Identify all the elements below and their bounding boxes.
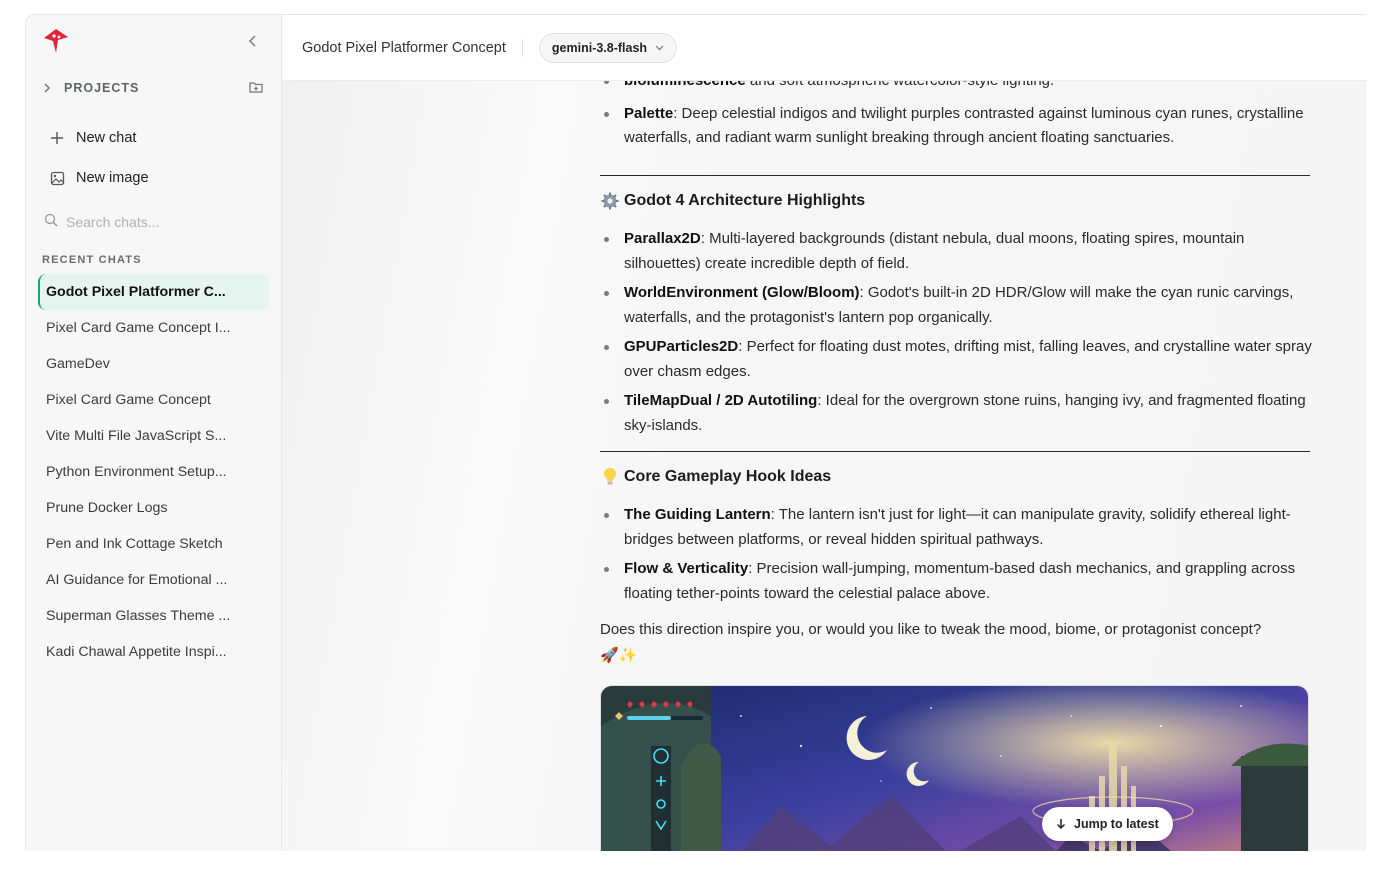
chat-title: Godot Pixel Platformer Concept xyxy=(302,39,506,56)
list-item-bold: WorldEnvironment (Glow/Bloom) xyxy=(624,284,860,301)
chat-item[interactable]: GameDev xyxy=(38,346,269,382)
gameplay-list: The Guiding Lantern: The lantern isn't j… xyxy=(600,503,1312,606)
recent-chats-label: RECENT CHATS xyxy=(42,254,142,266)
architecture-list: Parallax2D: Multi-layered backgrounds (d… xyxy=(600,227,1312,438)
rocket-sparkles-emoji: 🚀✨ xyxy=(600,647,638,664)
chat-item[interactable]: Superman Glasses Theme ... xyxy=(38,598,269,634)
arrow-down-icon xyxy=(1056,818,1066,830)
chat-item-active[interactable]: Godot Pixel Platformer C... xyxy=(38,274,269,310)
style-list: bioluminescence and soft atmospheric wat… xyxy=(600,81,1312,151)
new-chat-button[interactable]: New chat xyxy=(42,123,268,153)
list-item-bold: Parallax2D xyxy=(624,230,701,247)
list-item-text: : Multi-layered backgrounds (distant neb… xyxy=(624,230,1245,272)
chevron-down-icon xyxy=(655,45,664,51)
collapse-sidebar-button[interactable] xyxy=(244,31,262,51)
chat-header: Godot Pixel Platformer Concept gemini-3.… xyxy=(282,15,1366,81)
projects-label: PROJECTS xyxy=(64,81,140,95)
list-item-bold: TileMapDual / 2D Autotiling xyxy=(624,392,818,409)
sidebar: PROJECTS New chat New image RECENT CHATS xyxy=(26,15,282,851)
list-item-bold: The Guiding Lantern xyxy=(624,506,771,523)
list-item: Parallax2D: Multi-layered backgrounds (d… xyxy=(600,227,1312,276)
chat-item[interactable]: Pixel Card Game Concept xyxy=(38,382,269,418)
gear-icon xyxy=(600,191,620,211)
header-divider xyxy=(521,38,523,57)
chat-item[interactable]: Kadi Chawal Appetite Inspi... xyxy=(38,634,269,670)
search-box[interactable] xyxy=(44,211,266,233)
list-item: GPUParticles2D: Perfect for floating dus… xyxy=(600,335,1312,384)
new-image-label: New image xyxy=(76,170,149,186)
chat-item[interactable]: Pixel Card Game Concept I... xyxy=(38,310,269,346)
model-selector[interactable]: gemini-3.8-flash xyxy=(538,32,678,63)
section-heading: Core Gameplay Hook Ideas xyxy=(600,467,831,487)
section-heading: Godot 4 Architecture Highlights xyxy=(600,191,865,211)
closing-paragraph: Does this direction inspire you, or woul… xyxy=(600,617,1312,669)
list-item: bioluminescence and soft atmospheric wat… xyxy=(600,81,1312,94)
chevron-left-icon xyxy=(248,35,256,47)
divider xyxy=(600,175,1310,176)
chat-item[interactable]: Pen and Ink Cottage Sketch xyxy=(38,526,269,562)
recent-chat-list: Godot Pixel Platformer C... Pixel Card G… xyxy=(38,274,269,670)
list-item-bold: bioluminescence xyxy=(624,81,746,89)
jump-to-latest-button[interactable]: Jump to latest xyxy=(1042,807,1173,841)
plus-icon xyxy=(42,131,72,145)
closing-text: Does this direction inspire you, or woul… xyxy=(600,621,1262,638)
app-logo-icon[interactable] xyxy=(42,27,70,55)
list-item: Flow & Verticality: Precision wall-jumpi… xyxy=(600,557,1312,606)
conversation-area: bioluminescence and soft atmospheric wat… xyxy=(282,81,1366,851)
list-item: TileMapDual / 2D Autotiling: Ideal for t… xyxy=(600,389,1312,438)
projects-toggle[interactable]: PROJECTS xyxy=(42,79,264,97)
image-icon xyxy=(42,171,72,186)
list-item: The Guiding Lantern: The lantern isn't j… xyxy=(600,503,1312,552)
divider xyxy=(600,451,1310,452)
chat-item[interactable]: Prune Docker Logs xyxy=(38,490,269,526)
search-input[interactable] xyxy=(66,214,246,230)
section-heading-text: Godot 4 Architecture Highlights xyxy=(624,192,866,209)
app-window: PROJECTS New chat New image RECENT CHATS xyxy=(25,14,1366,851)
list-item-bold: Flow & Verticality xyxy=(624,560,749,577)
chat-item[interactable]: Vite Multi File JavaScript S... xyxy=(38,418,269,454)
chat-item[interactable]: AI Guidance for Emotional ... xyxy=(38,562,269,598)
lightbulb-icon xyxy=(600,467,620,487)
list-item: WorldEnvironment (Glow/Bloom): Godot's b… xyxy=(600,281,1312,330)
new-chat-label: New chat xyxy=(76,130,137,146)
new-folder-icon[interactable] xyxy=(248,79,264,95)
list-item-text: and soft atmospheric watercolor-style li… xyxy=(746,81,1054,89)
new-image-button[interactable]: New image xyxy=(42,163,268,193)
list-item-bold: Palette xyxy=(624,104,674,122)
section-heading-text: Core Gameplay Hook Ideas xyxy=(624,468,832,485)
model-name: gemini-3.8-flash xyxy=(551,40,648,55)
chevron-right-icon xyxy=(42,81,56,95)
list-item-bold: GPUParticles2D xyxy=(624,338,739,355)
search-icon xyxy=(44,213,58,232)
chat-item[interactable]: Python Environment Setup... xyxy=(38,454,269,490)
generated-concept-image[interactable] xyxy=(600,685,1309,851)
list-item: Palette: Deep celestial indigos and twil… xyxy=(600,102,1312,151)
list-item-text: : Deep celestial indigos and twilight pu… xyxy=(624,104,1304,147)
jump-to-latest-label: Jump to latest xyxy=(1074,817,1159,831)
